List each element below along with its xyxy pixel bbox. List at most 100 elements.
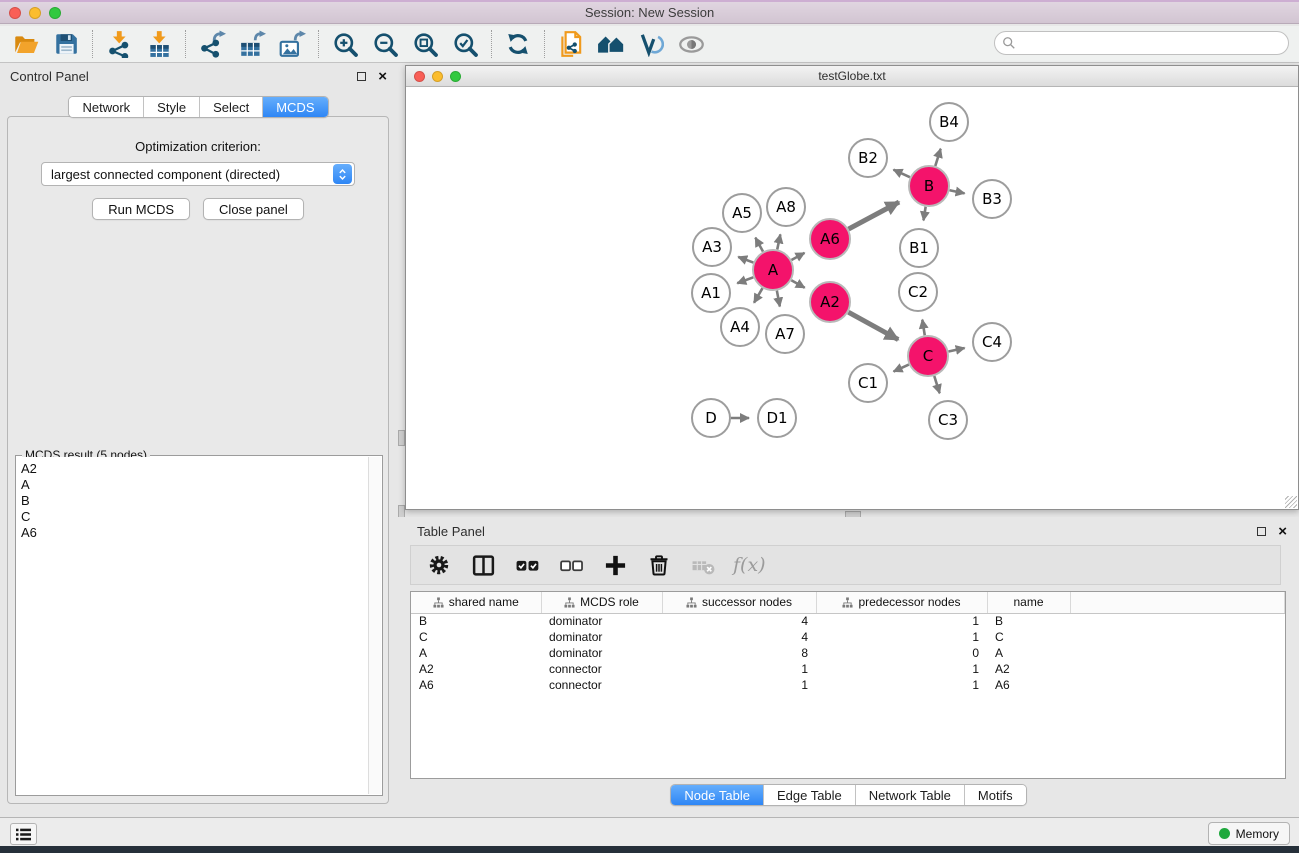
graph-node-A3[interactable]: A3	[693, 228, 731, 266]
open-session-icon[interactable]	[10, 29, 42, 59]
table-cell[interactable]: B	[411, 613, 541, 629]
tab-style[interactable]: Style	[144, 97, 200, 117]
table-cell[interactable]: dominator	[541, 645, 662, 661]
delete-columns-icon[interactable]	[645, 550, 673, 580]
graph-edge-A-A7[interactable]	[777, 291, 780, 307]
graph-edge-A6-B[interactable]	[849, 202, 900, 229]
apply-layout-icon[interactable]	[502, 29, 534, 59]
add-column-icon[interactable]	[601, 550, 629, 580]
zoom-out-icon[interactable]	[369, 29, 401, 59]
graph-edge-A-A8[interactable]	[777, 234, 780, 249]
graph-node-C2[interactable]: C2	[899, 273, 937, 311]
close-panel-icon[interactable]: ×	[378, 72, 387, 81]
graph-edge-B-B3[interactable]	[950, 190, 965, 193]
graph-edge-C-C3[interactable]	[934, 376, 939, 393]
mcds-result-item[interactable]: B	[21, 493, 364, 509]
graph-node-A2[interactable]: A2	[810, 282, 850, 322]
memory-button[interactable]: Memory	[1208, 822, 1290, 845]
graph-node-D[interactable]: D	[692, 399, 730, 437]
table-cell[interactable]: 1	[816, 613, 987, 629]
column-header-shared-name[interactable]: shared name	[411, 592, 541, 613]
tab-edge-table[interactable]: Edge Table	[764, 785, 856, 805]
graph-node-C[interactable]: C	[908, 336, 948, 376]
show-graphics-details-icon[interactable]	[635, 29, 667, 59]
table-cell[interactable]: 1	[816, 629, 987, 645]
table-row[interactable]: A6connector11A6	[411, 677, 1285, 693]
eye-icon[interactable]	[675, 29, 707, 59]
table-row[interactable]: Bdominator41B	[411, 613, 1285, 629]
zoom-in-icon[interactable]	[329, 29, 361, 59]
graph-node-B1[interactable]: B1	[900, 229, 938, 267]
close-table-panel-icon[interactable]: ×	[1278, 527, 1287, 536]
table-cell[interactable]: 0	[816, 645, 987, 661]
import-network-icon[interactable]	[103, 29, 135, 59]
tab-motifs[interactable]: Motifs	[965, 785, 1026, 805]
column-header-successor-nodes[interactable]: successor nodes	[662, 592, 816, 613]
table-cell[interactable]: dominator	[541, 629, 662, 645]
graph-node-A7[interactable]: A7	[766, 315, 804, 353]
table-cell[interactable]: 1	[816, 677, 987, 693]
optimization-criterion-select[interactable]: largest connected component (directed)	[41, 162, 355, 186]
table-cell[interactable]: A2	[987, 661, 1070, 677]
graph-node-A8[interactable]: A8	[767, 188, 805, 226]
window-resize-grip[interactable]	[1285, 496, 1297, 508]
graph-node-A6[interactable]: A6	[810, 219, 850, 259]
mcds-result-item[interactable]: A	[21, 477, 364, 493]
table-row[interactable]: A2connector11A2	[411, 661, 1285, 677]
table-cell[interactable]: connector	[541, 661, 662, 677]
search-field[interactable]	[994, 31, 1289, 55]
mcds-result-item[interactable]: C	[21, 509, 364, 525]
graph-edge-B-B1[interactable]	[923, 207, 925, 221]
graph-node-B3[interactable]: B3	[973, 180, 1011, 218]
graph-edge-A-A5[interactable]	[755, 238, 763, 252]
unselect-all-columns-icon[interactable]	[557, 550, 585, 580]
graph-node-A4[interactable]: A4	[721, 308, 759, 346]
graph-edge-A-A3[interactable]	[738, 257, 753, 263]
import-table-icon[interactable]	[143, 29, 175, 59]
network-canvas[interactable]: AA1A2A3A4A5A6A7A8BB1B2B3B4CC1C2C3C4DD1	[406, 87, 1298, 509]
tab-network-table[interactable]: Network Table	[856, 785, 965, 805]
tab-node-table[interactable]: Node Table	[671, 785, 764, 805]
table-cell[interactable]: A6	[411, 677, 541, 693]
export-image-icon[interactable]	[276, 29, 308, 59]
graph-node-C4[interactable]: C4	[973, 323, 1011, 361]
graph-edge-C-C2[interactable]	[922, 320, 924, 336]
table-row[interactable]: Cdominator41C	[411, 629, 1285, 645]
splitter-handle[interactable]	[398, 430, 405, 446]
float-panel-icon[interactable]	[357, 72, 366, 81]
mcds-result-scrollbar[interactable]	[368, 457, 381, 794]
graph-edge-B-B4[interactable]	[935, 149, 940, 166]
tab-mcds[interactable]: MCDS	[263, 97, 327, 117]
table-cell[interactable]: 4	[662, 613, 816, 629]
column-header-name[interactable]: name	[987, 592, 1070, 613]
graph-node-B2[interactable]: B2	[849, 139, 887, 177]
search-input[interactable]	[1016, 34, 1288, 52]
table-row[interactable]: Adominator80A	[411, 645, 1285, 661]
network-window-titlebar[interactable]: testGlobe.txt	[406, 66, 1298, 87]
graph-node-A1[interactable]: A1	[692, 274, 730, 312]
export-table-icon[interactable]	[236, 29, 268, 59]
graph-edge-C-C4[interactable]	[949, 348, 965, 352]
graph-edge-A-A1[interactable]	[737, 277, 753, 283]
graph-node-B4[interactable]: B4	[930, 103, 968, 141]
graph-node-C1[interactable]: C1	[849, 364, 887, 402]
graph-edge-A-A6[interactable]	[791, 253, 804, 260]
graph-node-D1[interactable]: D1	[758, 399, 796, 437]
run-mcds-button[interactable]: Run MCDS	[92, 198, 190, 220]
table-cell[interactable]: 4	[662, 629, 816, 645]
graph-edge-A2-C[interactable]	[848, 312, 898, 339]
table-cell[interactable]: A6	[987, 677, 1070, 693]
graph-edge-C-C1[interactable]	[894, 365, 909, 372]
close-panel-button[interactable]: Close panel	[203, 198, 304, 220]
show-column-icon[interactable]	[469, 550, 497, 580]
graph-edge-A-A4[interactable]	[754, 288, 762, 303]
graph-edge-A-A2[interactable]	[791, 280, 804, 288]
table-settings-icon[interactable]	[425, 550, 453, 580]
table-cell[interactable]: C	[987, 629, 1070, 645]
mcds-result-list[interactable]: A2ABCA6	[17, 457, 368, 794]
tab-select[interactable]: Select	[200, 97, 263, 117]
table-cell[interactable]: C	[411, 629, 541, 645]
column-header-mcds-role[interactable]: MCDS role	[541, 592, 662, 613]
mcds-result-item[interactable]: A2	[21, 461, 364, 477]
task-history-button[interactable]	[10, 823, 37, 845]
